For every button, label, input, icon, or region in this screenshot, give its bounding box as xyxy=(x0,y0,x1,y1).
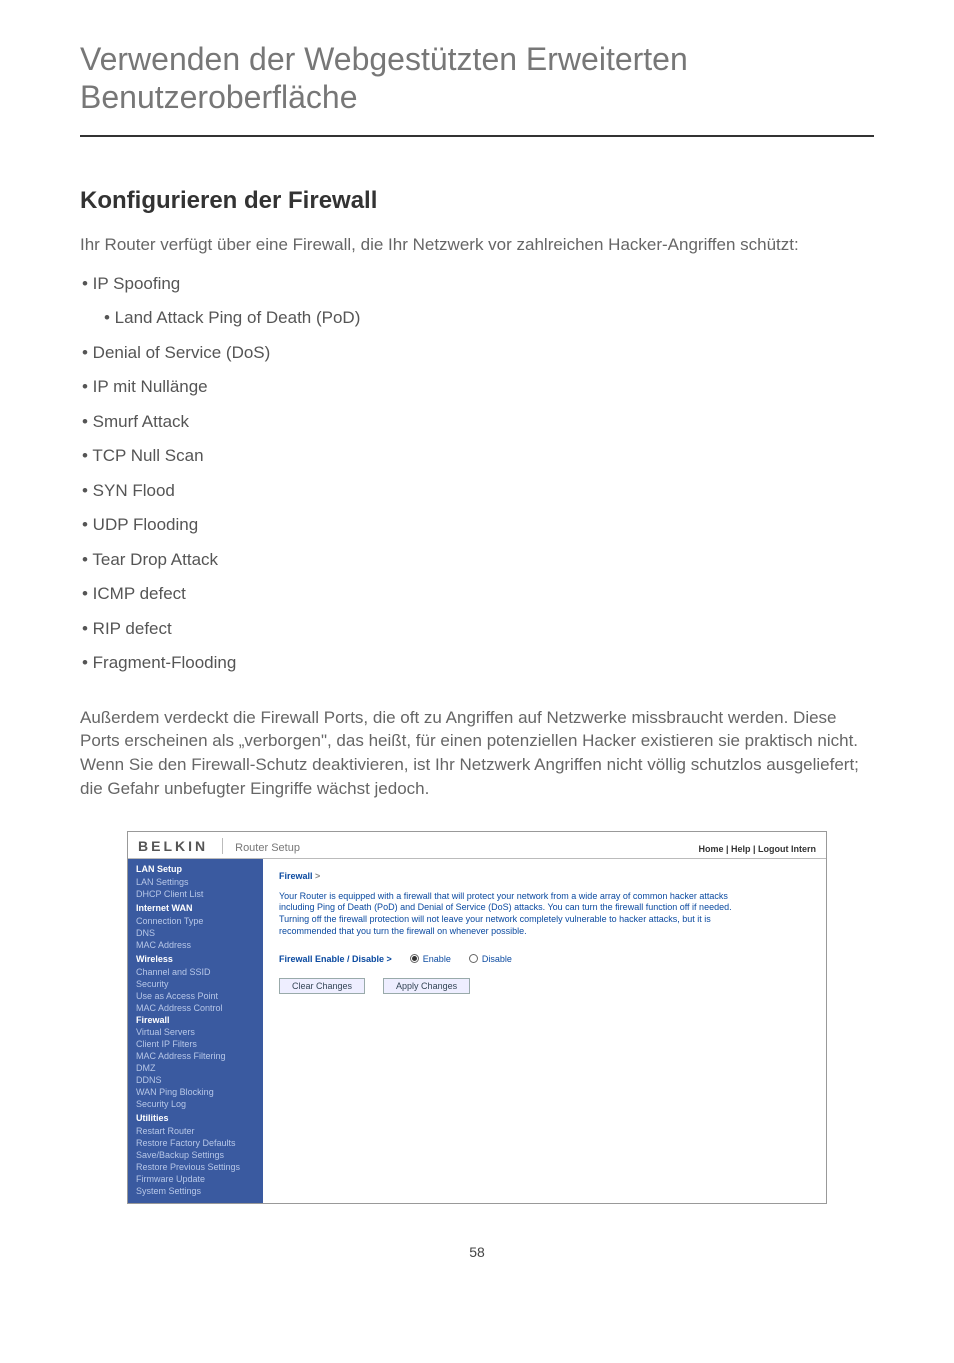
sidebar-category: Internet WAN xyxy=(128,900,263,915)
sidebar-item[interactable]: Security xyxy=(128,978,263,990)
sidebar-item[interactable]: Channel and SSID xyxy=(128,966,263,978)
radio-checked-icon xyxy=(410,954,419,963)
firewall-description: Your Router is equipped with a firewall … xyxy=(279,891,739,938)
header-links[interactable]: Home | Help | Logout Intern xyxy=(698,844,816,854)
breadcrumb: Firewall > xyxy=(279,871,810,881)
sidebar-item[interactable]: LAN Settings xyxy=(128,876,263,888)
sidebar-item[interactable]: WAN Ping Blocking xyxy=(128,1086,263,1098)
list-item: • Denial of Service (DoS) xyxy=(82,340,874,366)
router-header: BELKIN Router Setup Home | Help | Logout… xyxy=(128,832,826,859)
list-item: • Fragment-Flooding xyxy=(82,650,874,676)
sidebar-item[interactable]: MAC Address Filtering xyxy=(128,1050,263,1062)
body-paragraph: Außerdem verdeckt die Firewall Ports, di… xyxy=(80,706,874,801)
list-item: • SYN Flood xyxy=(82,478,874,504)
sidebar-item[interactable]: Firmware Update xyxy=(128,1173,263,1185)
sidebar-item[interactable]: Client IP Filters xyxy=(128,1038,263,1050)
list-item: • Land Attack Ping of Death (PoD) xyxy=(82,305,874,331)
sidebar-item[interactable]: MAC Address Control xyxy=(128,1002,263,1014)
disable-radio[interactable]: Disable xyxy=(469,954,512,964)
enable-radio[interactable]: Enable xyxy=(410,954,451,964)
attack-bullet-list: • IP Spoofing • Land Attack Ping of Death… xyxy=(80,271,874,676)
sidebar-category: Utilities xyxy=(128,1110,263,1125)
breadcrumb-text: Firewall xyxy=(279,871,313,881)
list-item: • RIP defect xyxy=(82,616,874,642)
sidebar-item[interactable]: DDNS xyxy=(128,1074,263,1086)
intro-paragraph: Ihr Router verfügt über eine Firewall, d… xyxy=(80,233,874,257)
apply-changes-button[interactable]: Apply Changes xyxy=(383,978,470,994)
sidebar-item[interactable]: Restore Factory Defaults xyxy=(128,1137,263,1149)
sidebar-item[interactable]: DNS xyxy=(128,927,263,939)
radio-unchecked-icon xyxy=(469,954,478,963)
belkin-logo: BELKIN xyxy=(138,838,223,854)
list-item: • IP mit Nullänge xyxy=(82,374,874,400)
sidebar-item[interactable]: DHCP Client List xyxy=(128,888,263,900)
page-number: 58 xyxy=(80,1244,874,1260)
list-item: • Tear Drop Attack xyxy=(82,547,874,573)
router-main: Firewall > Your Router is equipped with … xyxy=(263,859,826,1203)
section-heading: Konfigurieren der Firewall xyxy=(80,187,874,215)
sidebar-item[interactable]: Restore Previous Settings xyxy=(128,1161,263,1173)
list-item: • Smurf Attack xyxy=(82,409,874,435)
sidebar-category: LAN Setup xyxy=(128,861,263,876)
sidebar-item[interactable]: Save/Backup Settings xyxy=(128,1149,263,1161)
sidebar-item[interactable]: Connection Type xyxy=(128,915,263,927)
list-item: • UDP Flooding xyxy=(82,512,874,538)
router-sidebar: LAN SetupLAN SettingsDHCP Client ListInt… xyxy=(128,859,263,1203)
list-item: • ICMP defect xyxy=(82,581,874,607)
sidebar-item[interactable]: Restart Router xyxy=(128,1125,263,1137)
sidebar-category: Wireless xyxy=(128,951,263,966)
router-screenshot: BELKIN Router Setup Home | Help | Logout… xyxy=(127,831,827,1204)
sidebar-item[interactable]: Virtual Servers xyxy=(128,1026,263,1038)
sidebar-item[interactable]: System Settings xyxy=(128,1185,263,1197)
list-item: • IP Spoofing xyxy=(82,271,874,297)
disable-label: Disable xyxy=(482,954,512,964)
sidebar-item[interactable]: Use as Access Point xyxy=(128,990,263,1002)
breadcrumb-sep: > xyxy=(313,871,321,881)
clear-changes-button[interactable]: Clear Changes xyxy=(279,978,365,994)
router-setup-title: Router Setup xyxy=(223,842,698,854)
sidebar-item[interactable]: MAC Address xyxy=(128,939,263,951)
sidebar-item[interactable]: DMZ xyxy=(128,1062,263,1074)
sidebar-item[interactable]: Security Log xyxy=(128,1098,263,1110)
list-item: • TCP Null Scan xyxy=(82,443,874,469)
enable-label: Enable xyxy=(423,954,451,964)
firewall-toggle-label: Firewall Enable / Disable > xyxy=(279,954,392,964)
page-title: Verwenden der Webgestützten Erweiterten … xyxy=(80,40,874,137)
sidebar-item[interactable]: Firewall xyxy=(128,1014,263,1026)
